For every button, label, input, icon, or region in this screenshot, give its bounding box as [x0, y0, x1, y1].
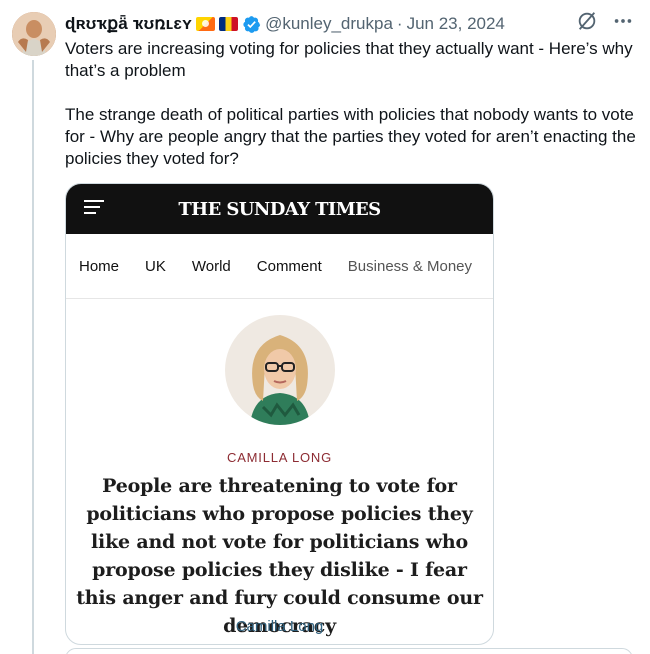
- nav-world[interactable]: World: [192, 258, 231, 275]
- nav-uk[interactable]: UK: [145, 258, 166, 275]
- more-icon[interactable]: [612, 10, 634, 32]
- author-photo: [225, 315, 335, 425]
- article-headline[interactable]: People are threatening to vote for polit…: [74, 472, 485, 640]
- link-card[interactable]: THE SUNDAY TIMES Home UK World Comment B…: [65, 183, 494, 645]
- author-name-caps: CAMILLA LONG: [227, 450, 332, 465]
- grok-icon[interactable]: [576, 10, 598, 32]
- masthead: THE SUNDAY TIMES: [178, 198, 381, 220]
- author-link[interactable]: Camilla Long: [66, 618, 493, 635]
- next-card-edge: [65, 648, 633, 654]
- nav-comment[interactable]: Comment: [257, 258, 322, 275]
- display-name[interactable]: ɖʀʊҡքǟ ҡʊռʟɛʏ: [65, 14, 192, 34]
- tweet-text: Voters are increasing voting for policie…: [65, 39, 636, 168]
- sunday-times-nav: Home UK World Comment Business & Money: [66, 234, 493, 299]
- timestamp[interactable]: Jun 23, 2024: [407, 14, 505, 34]
- hamburger-menu-icon[interactable]: [84, 200, 104, 216]
- nav-home[interactable]: Home: [79, 258, 119, 275]
- verified-badge-icon[interactable]: [242, 15, 261, 34]
- nav-business-money[interactable]: Business & Money: [348, 258, 472, 275]
- tweet-header: ɖʀʊҡքǟ ҡʊռʟɛʏ @kunley_drukpa · Jun 23, 2…: [65, 12, 634, 36]
- handle[interactable]: @kunley_drukpa: [265, 14, 393, 34]
- sunday-times-header: THE SUNDAY TIMES: [66, 184, 493, 234]
- tweet: ɖʀʊҡքǟ ҡʊռʟɛʏ @kunley_drukpa · Jun 23, 2…: [0, 0, 650, 654]
- thread-line: [32, 60, 34, 654]
- header-actions: [576, 10, 634, 32]
- flag-romania-icon: [219, 17, 239, 31]
- avatar[interactable]: [12, 12, 56, 56]
- flag-bhutan-icon: [196, 17, 216, 31]
- separator-dot: ·: [396, 14, 403, 33]
